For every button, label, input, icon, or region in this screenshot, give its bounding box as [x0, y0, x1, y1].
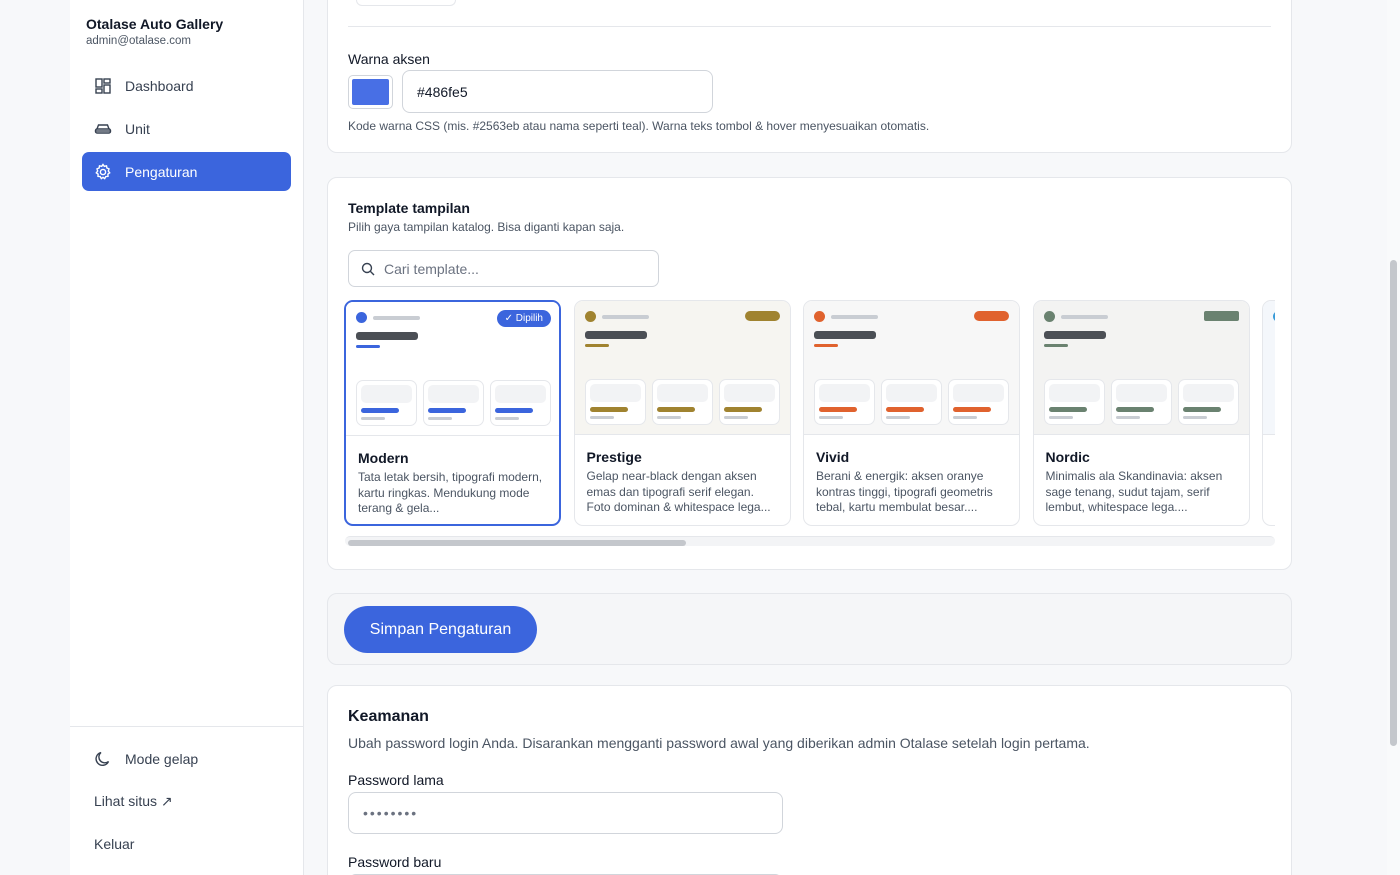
template-description: Berani & energik: aksen oranye kontras t… — [816, 469, 993, 514]
template-card-modern[interactable]: Modern Tata letak bersih, tipografi moder… — [344, 300, 561, 526]
sidebar-divider — [70, 726, 303, 727]
template-scrollbar-thumb[interactable] — [348, 540, 686, 546]
logo-preview — [356, 0, 456, 6]
accent-color-picker[interactable] — [348, 75, 393, 109]
accent-color-swatch — [352, 79, 389, 105]
sidebar-item-label: Dashboard — [125, 77, 194, 94]
template-card-nordic[interactable]: Nordic Minimalis ala Skandinavia: aksen s… — [1032, 300, 1250, 526]
sidebar-item-label: Unit — [125, 120, 150, 137]
moon-icon — [94, 750, 112, 768]
dark-mode-label: Mode gelap — [125, 750, 199, 767]
security-description: Ubah password login Anda. Disarankan men… — [348, 735, 1090, 751]
page-scrollbar-thumb[interactable] — [1390, 260, 1397, 746]
preview-mini-card — [651, 379, 713, 425]
template-name: Modern — [358, 450, 409, 466]
accent-color-label: Warna aksen — [348, 51, 430, 67]
preview-mini-card — [356, 380, 417, 426]
new-password-label: Password baru — [348, 854, 442, 870]
preview-mini-card — [1177, 379, 1239, 425]
logout-link[interactable]: Keluar — [94, 836, 134, 852]
template-description: Minimalis ala Skandinavia: aksen sage te… — [1045, 469, 1223, 514]
selected-badge: ✓ Dipilih — [496, 310, 551, 327]
brand: Otalase Auto Gallery admin@otalase.com — [86, 16, 223, 47]
sidebar-item-dashboard[interactable]: Dashboard — [82, 66, 291, 105]
template-card-partial[interactable] — [1262, 300, 1275, 526]
preview-mini-card — [1043, 379, 1105, 425]
sidebar-item-unit[interactable]: Unit — [82, 109, 291, 148]
gear-icon — [94, 162, 112, 181]
branding-card: Warna aksen #486fe5 Kode warna CSS (mis.… — [327, 0, 1292, 153]
save-bar: Simpan Pengaturan — [327, 593, 1292, 665]
template-card: Template tampilan Pilih gaya tampilan ka… — [327, 177, 1292, 570]
template-search-placeholder: Cari template... — [384, 260, 479, 277]
accent-color-hint: Kode warna CSS (mis. #2563eb atau nama s… — [348, 119, 930, 133]
dashboard-icon — [94, 77, 112, 95]
template-search-input[interactable]: Cari template... — [348, 250, 659, 287]
preview-mini-card — [948, 379, 1009, 425]
sidebar-item-pengaturan[interactable]: Pengaturan — [82, 152, 291, 191]
dark-mode-toggle[interactable]: Mode gelap — [82, 739, 291, 778]
preview-mini-card — [490, 380, 551, 426]
view-site-link[interactable]: Lihat situs ↗ — [94, 793, 173, 810]
divider — [348, 26, 1271, 27]
template-subtitle: Pilih gaya tampilan katalog. Bisa digant… — [348, 220, 625, 234]
security-card: Keamanan Ubah password login Anda. Disar… — [327, 685, 1292, 875]
template-preview — [1263, 301, 1275, 435]
template-preview — [574, 301, 790, 435]
template-card-vivid[interactable]: Vivid Berani & energik: aksen oranye kont… — [803, 300, 1020, 526]
preview-mini-card — [1110, 379, 1172, 425]
security-title: Keamanan — [348, 708, 429, 725]
template-name: Prestige — [586, 449, 642, 465]
preview-mini-card — [814, 379, 875, 425]
template-card-prestige[interactable]: Prestige Gelap near-black dengan aksen em… — [573, 300, 791, 526]
old-password-label: Password lama — [348, 772, 444, 788]
preview-mini-card — [881, 379, 942, 425]
save-settings-button[interactable]: Simpan Pengaturan — [344, 606, 537, 653]
brand-email: admin@otalase.com — [86, 35, 191, 47]
template-scrollbar[interactable] — [345, 536, 1275, 546]
template-description: Gelap near-black dengan aksen emas dan t… — [586, 469, 771, 514]
car-icon — [94, 120, 112, 138]
template-preview — [804, 301, 1019, 435]
accent-color-input[interactable]: #486fe5 — [402, 70, 713, 113]
template-name: Nordic — [1045, 449, 1090, 465]
template-name: Vivid — [816, 449, 850, 465]
template-preview — [1033, 301, 1249, 435]
search-icon — [361, 262, 375, 276]
sidebar-item-label: Pengaturan — [125, 163, 198, 180]
preview-mini-card — [584, 379, 646, 425]
template-carousel: Modern Tata letak bersih, tipografi moder… — [343, 298, 1275, 528]
old-password-input[interactable]: •••••••• — [348, 792, 783, 834]
template-title: Template tampilan — [348, 200, 470, 216]
preview-mini-card — [718, 379, 780, 425]
brand-name: Otalase Auto Gallery — [86, 16, 224, 32]
page-scrollbar[interactable] — [1387, 0, 1400, 875]
sidebar: Otalase Auto Gallery admin@otalase.com D… — [70, 0, 304, 875]
preview-mini-card — [423, 380, 484, 426]
template-description: Tata letak bersih, tipografi modern, kar… — [358, 470, 543, 515]
